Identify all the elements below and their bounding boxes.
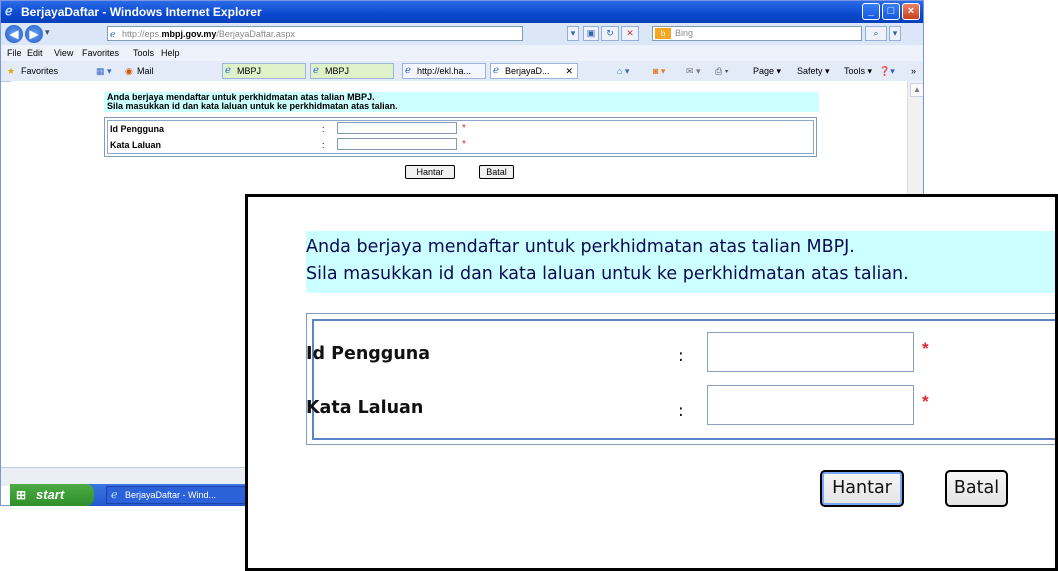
zoomed-password-label: Kata Laluan (306, 398, 424, 418)
zoomed-userid-input[interactable] (707, 332, 914, 372)
close-button[interactable]: × (902, 3, 920, 20)
ie-tab-icon: ℯ (405, 65, 411, 76)
mail-link[interactable]: Mail (137, 61, 154, 81)
zoomed-cancel-button[interactable]: Batal (945, 470, 1008, 507)
password-input[interactable] (337, 138, 457, 150)
password-label: Kata Laluan (110, 140, 162, 150)
ie-tab-icon: ℯ (493, 65, 499, 76)
message-line-2: Sila masukkan id dan kata laluan untuk k… (107, 101, 398, 111)
zoomed-success-message: Anda berjaya mendaftar untuk perkhidmata… (306, 231, 1055, 293)
compatibility-icon[interactable]: ▣ (583, 26, 599, 41)
search-options-icon[interactable]: ▾ (889, 26, 901, 41)
search-icon[interactable]: ⌕ (865, 26, 887, 41)
zoomed-message-line-2: Sila masukkan id dan kata laluan untuk k… (306, 264, 909, 284)
menu-bar: File Edit View Favorites Tools Help (1, 45, 923, 61)
menu-edit[interactable]: Edit (27, 45, 43, 61)
refresh-icon[interactable]: ↻ (601, 26, 619, 41)
ie-tab-icon: ℯ (313, 65, 319, 76)
feeds-icon[interactable]: ◙ ▾ (653, 61, 665, 81)
ie-tab-icon: ℯ (225, 65, 231, 76)
print-icon[interactable]: ⎙ ▾ (715, 61, 728, 81)
title-bar[interactable]: ℯ BerjayaDaftar - Windows Internet Explo… (1, 1, 923, 23)
menu-tools[interactable]: Tools (133, 45, 154, 61)
taskbar: ⊞ start ℯ BerjayaDaftar - Wind... (10, 484, 252, 506)
userid-colon: : (322, 124, 325, 134)
userid-required-mark: * (462, 123, 466, 134)
back-icon[interactable]: ◀ (5, 25, 23, 43)
menu-favorites[interactable]: Favorites (82, 45, 119, 61)
window-title: BerjayaDaftar - Windows Internet Explore… (21, 5, 262, 19)
tab-berjayadaftar[interactable]: ℯ BerjayaD... ✕ (490, 63, 578, 79)
password-required-mark: * (462, 139, 466, 150)
home-icon[interactable]: ⌂ ▾ (617, 61, 629, 81)
submit-button[interactable]: Hantar (405, 165, 455, 179)
menu-file[interactable]: File (7, 45, 22, 61)
login-form-small (104, 117, 817, 157)
search-input[interactable]: b Bing (652, 26, 862, 41)
zoomed-login-form (306, 313, 1055, 445)
read-mail-icon[interactable]: ✉ ▾ (686, 61, 701, 81)
minimize-button[interactable]: _ (862, 3, 880, 20)
ie-taskbar-icon: ℯ (111, 489, 118, 501)
zoomed-password-colon: : (678, 401, 684, 421)
address-toolbar: ◀ ▶ ▾ ℯ http://eps.mbpj.gov.my/BerjayaDa… (1, 23, 923, 45)
stop-icon[interactable]: ✕ (621, 26, 639, 41)
zoomed-submit-button[interactable]: Hantar (820, 470, 904, 507)
close-tab-icon[interactable]: ✕ (565, 64, 573, 78)
windows-logo-icon: ⊞ (16, 488, 27, 502)
safety-menu[interactable]: Safety ▾ (797, 61, 830, 81)
userid-label: Id Pengguna (110, 124, 164, 134)
quick-tabs-icon[interactable]: ▦ ▾ (96, 61, 112, 81)
maximize-button[interactable]: □ (882, 3, 900, 20)
address-dropdown-icon[interactable]: ▾ (567, 26, 579, 41)
tab-mbpj-1[interactable]: ℯ MBPJ (222, 63, 306, 79)
zoomed-password-required-mark: * (922, 392, 929, 411)
menu-view[interactable]: View (54, 45, 73, 61)
cancel-button[interactable]: Batal (479, 165, 514, 179)
chevron-more-icon[interactable]: » (911, 61, 916, 81)
ie-logo-icon: ℯ (5, 3, 13, 18)
help-icon[interactable]: ❓▾ (879, 61, 895, 81)
success-message: Anda berjaya mendaftar untuk perkhidmata… (104, 92, 819, 112)
zoomed-message-line-1: Anda berjaya mendaftar untuk perkhidmata… (306, 237, 855, 257)
start-button[interactable]: ⊞ start (10, 484, 94, 506)
tab-ekl[interactable]: ℯ http://ekl.ha... (402, 63, 486, 79)
favorites-button[interactable]: Favorites (21, 61, 58, 81)
userid-input[interactable] (337, 122, 457, 134)
password-colon: : (322, 140, 325, 150)
favorites-bar: ★ Favorites ▦ ▾ ◉ Mail ℯ MBPJ ℯ MBPJ ℯ http… (1, 61, 923, 82)
tools-menu[interactable]: Tools ▾ (844, 61, 872, 81)
tab-mbpj-2[interactable]: ℯ MBPJ (310, 63, 394, 79)
forward-icon[interactable]: ▶ (25, 25, 43, 43)
zoomed-userid-colon: : (678, 346, 684, 366)
mail-icon: ◉ (125, 66, 133, 76)
zoomed-userid-required-mark: * (922, 339, 929, 358)
menu-help[interactable]: Help (161, 45, 180, 61)
scroll-up-icon[interactable]: ▲ (910, 83, 923, 97)
page-menu[interactable]: Page ▾ (753, 61, 781, 81)
bing-icon: b (655, 28, 671, 39)
zoomed-userid-label: Id Pengguna (306, 344, 431, 364)
page-icon: ℯ (110, 29, 116, 39)
history-dropdown-icon[interactable]: ▾ (45, 27, 50, 38)
address-input[interactable]: ℯ http://eps.mbpj.gov.my/BerjayaDaftar.a… (107, 26, 523, 41)
favorites-star-icon: ★ (7, 66, 16, 76)
zoomed-inset: Anda berjaya mendaftar untuk perkhidmata… (245, 194, 1058, 571)
zoomed-password-input[interactable] (707, 385, 914, 425)
taskbar-item-browser[interactable]: ℯ BerjayaDaftar - Wind... (106, 486, 252, 504)
